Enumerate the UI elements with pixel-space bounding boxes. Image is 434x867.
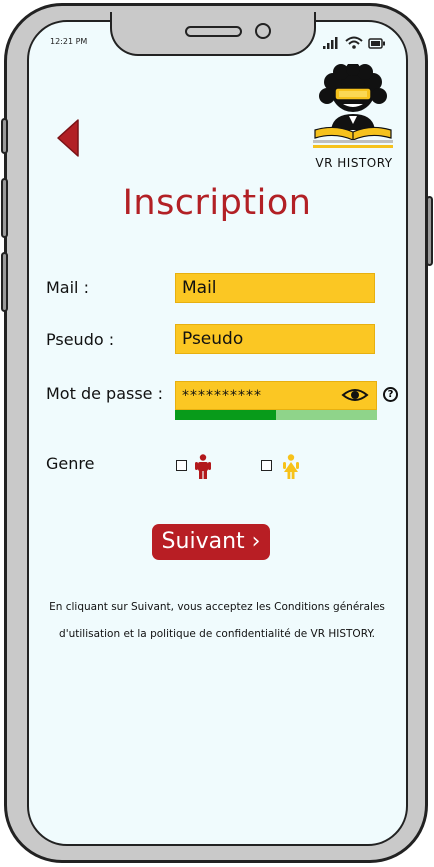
signal-icon — [323, 37, 338, 49]
wifi-icon — [345, 36, 363, 49]
front-camera — [255, 23, 271, 39]
status-time: 12:21 PM — [50, 37, 88, 46]
pseudo-field[interactable]: Pseudo — [175, 324, 375, 354]
page-title: Inscription — [122, 183, 312, 223]
female-checkbox[interactable] — [261, 460, 272, 471]
volume-down-button — [1, 252, 8, 312]
mute-switch — [1, 118, 8, 154]
mail-label: Mail : — [46, 278, 89, 297]
strength-weak-segment — [276, 410, 377, 420]
battery-icon — [368, 38, 385, 49]
male-checkbox[interactable] — [176, 460, 187, 471]
male-icon — [195, 454, 211, 479]
pseudo-label: Pseudo : — [46, 330, 115, 349]
terms-text-line1: En cliquant sur Suivant, vous acceptez l… — [49, 601, 385, 613]
help-icon[interactable]: ? — [383, 387, 398, 402]
password-strength-bar — [175, 410, 377, 420]
terms-text-line2: d'utilisation et la politique de confide… — [59, 628, 375, 640]
speaker — [185, 26, 242, 37]
mail-field[interactable]: Mail — [175, 273, 375, 303]
logo-text: VR HISTORY — [315, 156, 393, 170]
genre-label: Genre — [46, 454, 95, 473]
eye-icon[interactable] — [341, 386, 369, 404]
next-button[interactable]: Suivant › — [152, 524, 270, 560]
strength-strong-segment — [175, 410, 276, 420]
female-icon — [283, 454, 299, 479]
back-arrow-icon[interactable] — [56, 118, 82, 162]
password-label: Mot de passe : — [46, 384, 163, 403]
